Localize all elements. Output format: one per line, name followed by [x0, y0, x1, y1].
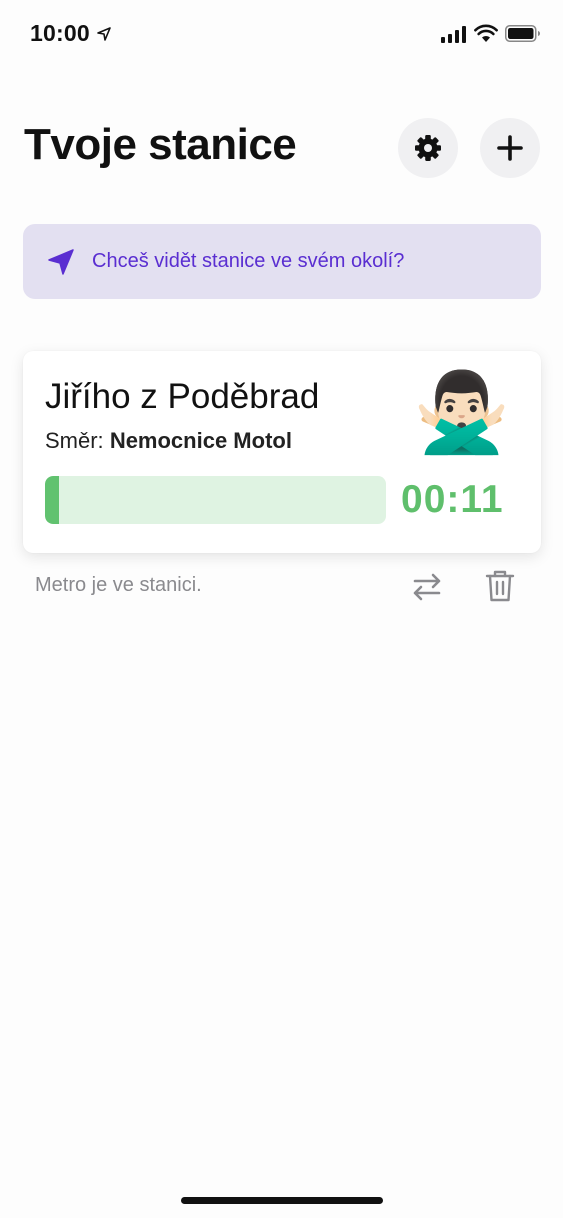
- delete-station-button[interactable]: [484, 569, 516, 608]
- train-status-text: Metro je ve stanici.: [35, 574, 202, 596]
- nearby-stations-banner[interactable]: Chceš vidět stanice ve svém okolí?: [23, 224, 541, 299]
- swap-direction-button[interactable]: [410, 570, 444, 609]
- plus-icon: [497, 135, 523, 161]
- swap-arrows-icon: [413, 573, 441, 601]
- home-indicator: [181, 1197, 383, 1204]
- countdown-timer: 00:11: [401, 478, 504, 521]
- gear-icon: [415, 135, 441, 161]
- wifi-icon: [474, 24, 498, 42]
- add-station-button[interactable]: [480, 118, 540, 178]
- countdown-progress-fill: [45, 476, 59, 524]
- no-gesture-emoji: 🙅🏻‍♂️: [413, 368, 511, 456]
- station-card[interactable]: Jiřího z Poděbrad Směr: Nemocnice Motol …: [23, 351, 541, 553]
- navigation-arrow-icon: [48, 249, 74, 275]
- page-title: Tvoje stanice: [24, 120, 297, 169]
- status-bar: 10:00: [0, 0, 563, 70]
- countdown-progress-bar: [45, 476, 386, 524]
- battery-icon: [505, 25, 540, 42]
- direction-label: Směr:: [45, 428, 104, 453]
- trash-icon: [485, 570, 515, 602]
- nearby-stations-text: Chceš vidět stanice ve svém okolí?: [92, 250, 405, 272]
- direction-value: Nemocnice Motol: [109, 428, 292, 453]
- location-arrow-icon: [97, 27, 111, 41]
- settings-button[interactable]: [398, 118, 458, 178]
- station-name: Jiřího z Poděbrad: [45, 377, 320, 416]
- direction: Směr: Nemocnice Motol: [45, 428, 292, 454]
- cellular-signal-icon: [441, 26, 466, 43]
- status-time: 10:00: [30, 20, 90, 46]
